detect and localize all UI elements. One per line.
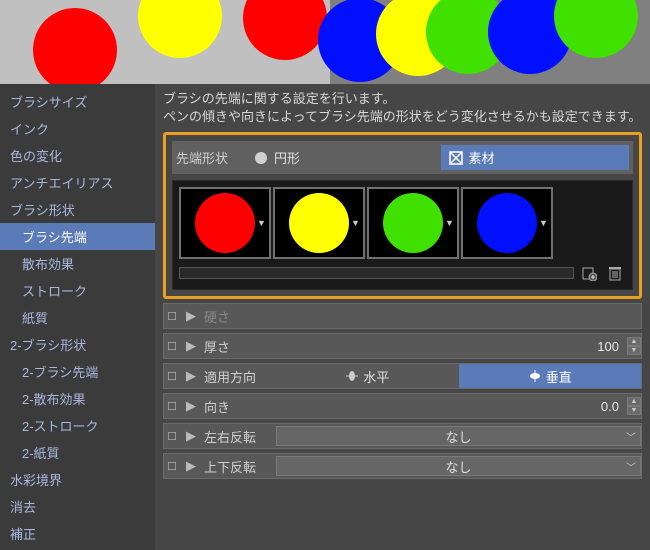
flip-horizontal-label: 左右反転 xyxy=(202,427,272,446)
delete-tip-button[interactable] xyxy=(604,263,626,283)
flip-vertical-row: ☐ ▶ 上下反転 なし ﹀ xyxy=(163,453,642,479)
tip-preview-circle xyxy=(195,193,255,253)
sidebar-item-8[interactable]: 紙質 xyxy=(0,304,155,331)
tip-dropdown-icon[interactable]: ▼ xyxy=(257,218,267,228)
disclosure-icon[interactable]: ▶ xyxy=(184,458,198,474)
row-checkbox[interactable]: ☐ xyxy=(164,310,180,323)
chevron-down-icon: ﹀ xyxy=(626,429,636,444)
sidebar-item-5[interactable]: ブラシ先端 xyxy=(0,223,155,250)
sidebar-item-15[interactable]: 消去 xyxy=(0,493,155,520)
tip-dropdown-icon[interactable]: ▼ xyxy=(445,218,455,228)
row-checkbox[interactable]: ☐ xyxy=(164,370,180,383)
canvas-strokes xyxy=(0,0,650,84)
brush-tip-0[interactable]: ▼ xyxy=(179,187,271,259)
horizontal-icon xyxy=(345,369,359,383)
direction-label: 向き xyxy=(202,397,272,416)
disclosure-icon[interactable]: ▶ xyxy=(184,338,198,354)
sidebar-item-7[interactable]: ストローク xyxy=(0,277,155,304)
thickness-spinner[interactable]: ▲▼ xyxy=(627,337,641,355)
tip-shape-circle-button[interactable]: 円形 xyxy=(246,145,435,170)
direction-value[interactable]: 0.0 xyxy=(276,399,623,414)
row-checkbox[interactable]: ☐ xyxy=(164,400,180,413)
apply-direction-label: 適用方向 xyxy=(202,367,272,386)
direction-vertical-button[interactable]: 垂直 xyxy=(459,364,642,388)
tip-preview-circle xyxy=(383,193,443,253)
tip-dropdown-icon[interactable]: ▼ xyxy=(539,218,549,228)
tip-shape-label: 先端形状 xyxy=(176,148,240,167)
row-checkbox[interactable]: ☐ xyxy=(164,430,180,443)
sidebar-item-3[interactable]: アンチエイリアス xyxy=(0,169,155,196)
direction-horizontal-button[interactable]: 水平 xyxy=(276,364,459,388)
disclosure-icon[interactable]: ▶ xyxy=(184,368,198,384)
tip-shape-row: 先端形状 円形 素材 xyxy=(172,141,633,174)
brush-preview-canvas xyxy=(0,0,650,84)
flip-horizontal-select[interactable]: なし ﹀ xyxy=(276,426,641,446)
flip-vertical-label: 上下反転 xyxy=(202,457,272,476)
brush-tip-2[interactable]: ▼ xyxy=(367,187,459,259)
direction-spinner[interactable]: ▲▼ xyxy=(627,397,641,415)
sidebar-item-16[interactable]: 補正 xyxy=(0,520,155,547)
sidebar-item-1[interactable]: インク xyxy=(0,115,155,142)
flip-vertical-select[interactable]: なし ﹀ xyxy=(276,456,641,476)
disclosure-icon[interactable]: ▶ xyxy=(184,398,198,414)
circle-icon xyxy=(254,151,268,165)
sidebar-item-13[interactable]: 2-紙質 xyxy=(0,439,155,466)
sidebar-item-4[interactable]: ブラシ形状 xyxy=(0,196,155,223)
material-icon xyxy=(449,151,463,165)
brush-tips-list: ▼ ▼ ▼ ▼ xyxy=(172,180,633,290)
chevron-down-icon: ﹀ xyxy=(626,459,636,474)
thickness-value[interactable]: 100 xyxy=(276,339,623,354)
sidebar-item-2[interactable]: 色の変化 xyxy=(0,142,155,169)
disclosure-icon[interactable]: ▶ xyxy=(184,428,198,444)
panel-description: ブラシの先端に関する設定を行います。 ペンの傾きや向きによってブラシ先端の形状を… xyxy=(163,90,642,126)
tip-preview-circle xyxy=(289,193,349,253)
tip-dropdown-icon[interactable]: ▼ xyxy=(351,218,361,228)
tip-shape-material-button[interactable]: 素材 xyxy=(441,145,630,170)
brush-tip-1[interactable]: ▼ xyxy=(273,187,365,259)
sidebar-item-12[interactable]: 2-ストローク xyxy=(0,412,155,439)
disclosure-icon[interactable]: ▶ xyxy=(184,308,198,324)
tip-shape-highlight: 先端形状 円形 素材 ▼ ▼ ▼ ▼ xyxy=(163,132,642,299)
hardness-label: 硬さ xyxy=(202,307,272,326)
vertical-icon xyxy=(528,369,542,383)
sidebar-item-6[interactable]: 散布効果 xyxy=(0,250,155,277)
category-sidebar: ブラシサイズインク色の変化アンチエイリアスブラシ形状ブラシ先端散布効果ストローク… xyxy=(0,84,155,550)
sidebar-item-11[interactable]: 2-散布効果 xyxy=(0,385,155,412)
sidebar-item-10[interactable]: 2-ブラシ先端 xyxy=(0,358,155,385)
row-checkbox[interactable]: ☐ xyxy=(164,460,180,473)
tip-preview-circle xyxy=(477,193,537,253)
tips-scrollbar[interactable] xyxy=(179,267,574,279)
direction-row: ☐ ▶ 向き 0.0 ▲▼ xyxy=(163,393,642,419)
apply-direction-row: ☐ ▶ 適用方向 水平 垂直 xyxy=(163,363,642,389)
row-checkbox[interactable]: ☐ xyxy=(164,340,180,353)
settings-panel: ブラシの先端に関する設定を行います。 ペンの傾きや向きによってブラシ先端の形状を… xyxy=(155,84,650,550)
hardness-row: ☐ ▶ 硬さ xyxy=(163,303,642,329)
brush-tip-3[interactable]: ▼ xyxy=(461,187,553,259)
thickness-row: ☐ ▶ 厚さ 100 ▲▼ xyxy=(163,333,642,359)
sidebar-item-14[interactable]: 水彩境界 xyxy=(0,466,155,493)
sidebar-item-9[interactable]: 2-ブラシ形状 xyxy=(0,331,155,358)
add-tip-button[interactable] xyxy=(578,263,600,283)
sidebar-item-0[interactable]: ブラシサイズ xyxy=(0,88,155,115)
thickness-label: 厚さ xyxy=(202,337,272,356)
flip-horizontal-row: ☐ ▶ 左右反転 なし ﹀ xyxy=(163,423,642,449)
